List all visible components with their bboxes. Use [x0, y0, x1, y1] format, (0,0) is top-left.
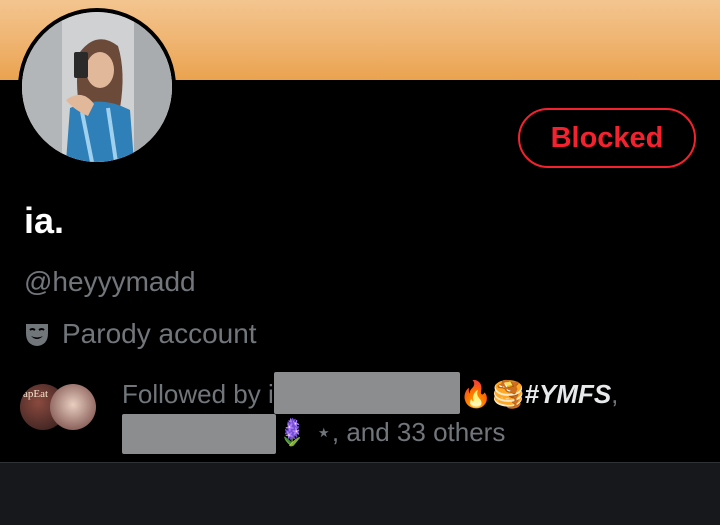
profile-avatar[interactable] [18, 8, 176, 166]
theater-mask-icon [24, 321, 50, 347]
parody-label[interactable]: Parody account [24, 318, 257, 350]
follower-avatars: apEat [20, 384, 102, 436]
follower-avatar [50, 384, 96, 430]
followed-by-text: Followed by i 🔥🥞#YMFS, 🪻 ⋆, and 33 others [122, 372, 702, 455]
account-label-text: Parody account [62, 318, 257, 349]
redacted-name [122, 414, 276, 455]
follower-emoji: 🪻 [276, 417, 309, 448]
follower-avatar-text: apEat [23, 388, 49, 400]
user-handle: @heyyymadd [24, 266, 196, 297]
redacted-name [273, 372, 460, 415]
profile-tabs-area [0, 462, 720, 525]
blocked-button[interactable]: Blocked [518, 108, 696, 168]
followed-by-tail: ⋆, and 33 others [308, 417, 506, 448]
followed-by-section[interactable]: apEat Followed by i 🔥🥞#YMFS, 🪻 ⋆, and 33 … [20, 372, 710, 458]
follower-emoji: 🔥🥞 [459, 379, 525, 409]
follower-comma: , [611, 379, 619, 409]
followed-by-prefix: Followed by i [122, 379, 274, 409]
avatar-photo [22, 12, 172, 162]
follower-hashtag: #YMFS [524, 379, 612, 409]
display-name: ia. [24, 200, 65, 241]
